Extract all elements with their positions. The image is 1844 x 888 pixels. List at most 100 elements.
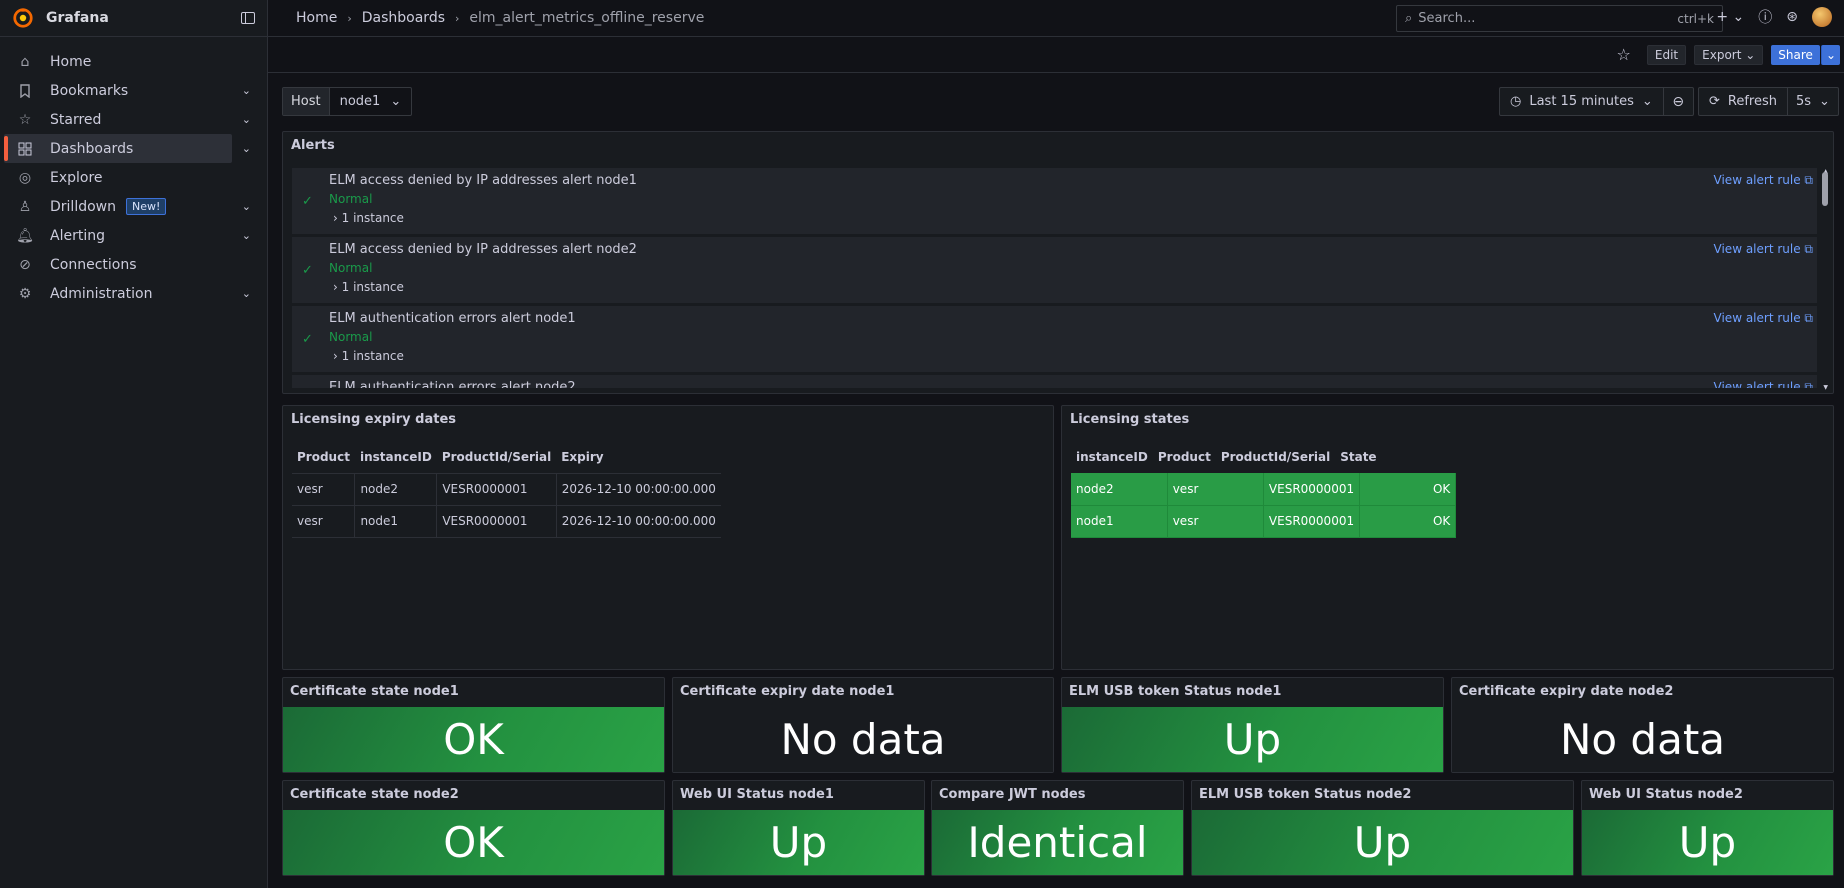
column-header[interactable]: instanceID xyxy=(1071,442,1153,474)
share-button[interactable]: Share xyxy=(1771,44,1820,65)
search-input[interactable]: ⌕ Search... ctrl+k xyxy=(1396,5,1723,32)
link-icon: ⊘ xyxy=(19,256,31,273)
column-header[interactable]: Expiry xyxy=(556,442,721,474)
export-button[interactable]: Export ⌄ xyxy=(1694,44,1764,65)
time-picker: ◷ Last 15 minutes ⌄ ⊖ xyxy=(1499,87,1694,116)
host-variable: Host node1 ⌄ xyxy=(282,87,413,116)
chevron-down-icon[interactable]: ⌄ xyxy=(242,229,251,242)
table-row: node1 vesr VESR0000001 OK xyxy=(1071,505,1457,538)
zoom-out-button[interactable]: ⊖ xyxy=(1664,88,1693,115)
share-dropdown-button[interactable]: ⌄ xyxy=(1820,44,1840,65)
view-alert-rule-link[interactable]: View alert rule ⧉ xyxy=(1714,311,1813,326)
alert-instances-toggle[interactable]: › 1 instance xyxy=(333,280,404,294)
chevron-down-icon: ⌄ xyxy=(1819,94,1830,109)
link-text: View alert rule xyxy=(1713,173,1801,187)
table-cell: vesr xyxy=(292,505,356,538)
chevron-down-icon[interactable]: ⌄ xyxy=(242,287,251,300)
refresh-picker: ⟳ Refresh 5s ⌄ xyxy=(1698,87,1839,116)
nav-item-drilldown[interactable]: ♙ Drilldown New! ⌄ xyxy=(4,192,264,221)
column-header[interactable]: ProductId/Serial xyxy=(436,442,557,474)
alert-state: Normal xyxy=(329,330,373,344)
clock-icon: ◷ xyxy=(1510,94,1522,109)
dock-menu-icon[interactable] xyxy=(241,12,255,24)
host-variable-select[interactable]: node1 ⌄ xyxy=(330,88,412,115)
export-label: Export xyxy=(1702,47,1742,62)
view-alert-rule-link[interactable]: View alert rule ⧉ xyxy=(1714,380,1813,388)
avatar[interactable] xyxy=(1812,7,1832,27)
alert-instances-toggle[interactable]: › 1 instance xyxy=(333,349,404,363)
news-icon[interactable]: ⊛ xyxy=(1786,9,1798,25)
stat-panel: ELM USB token Status node2 Up xyxy=(1191,780,1574,876)
breadcrumb-dashboards[interactable]: Dashboards xyxy=(362,10,445,26)
link-text: View alert rule xyxy=(1713,311,1801,325)
search-placeholder: Search... xyxy=(1418,11,1476,26)
alert-list: ✓ ELM access denied by IP addresses aler… xyxy=(292,168,1817,388)
nav-label: Administration xyxy=(50,285,153,302)
nav-list: ⌂ Home Bookmarks ⌄ ☆ Starred ⌄ Dashboard… xyxy=(0,37,267,308)
link-text: View alert rule xyxy=(1713,242,1801,256)
refresh-label: Refresh xyxy=(1727,94,1777,109)
chevron-down-icon[interactable]: ⌄ xyxy=(242,200,251,213)
table-cell: vesr xyxy=(1167,473,1264,506)
alert-instances-toggle[interactable]: › 1 instance xyxy=(333,211,404,225)
nav-item-starred[interactable]: ☆ Starred ⌄ xyxy=(4,105,264,134)
time-range-button[interactable]: ◷ Last 15 minutes ⌄ xyxy=(1500,88,1664,115)
breadcrumb-home[interactable]: Home xyxy=(296,10,337,26)
refresh-button[interactable]: ⟳ Refresh xyxy=(1699,88,1788,115)
stat-value: No data xyxy=(1452,707,1833,772)
nav-label: Connections xyxy=(50,256,137,273)
nav-item-dashboards[interactable]: Dashboards ⌄ xyxy=(4,134,251,163)
panel-title: Certificate state node2 xyxy=(290,787,459,802)
column-header[interactable]: Product xyxy=(1152,442,1216,474)
link-text: View alert rule xyxy=(1713,380,1801,388)
chevron-down-icon[interactable]: ⌄ xyxy=(242,84,251,97)
refresh-interval-select[interactable]: 5s ⌄ xyxy=(1788,88,1838,115)
alert-instances: 1 instance xyxy=(341,211,404,225)
alert-item: ✓ ELM access denied by IP addresses aler… xyxy=(292,237,1817,303)
zoom-out-icon: ⊖ xyxy=(1672,93,1685,110)
nav-item-connections[interactable]: ⊘ Connections xyxy=(4,250,264,279)
stat-value: OK xyxy=(283,810,664,875)
column-header[interactable]: ProductId/Serial xyxy=(1215,442,1336,474)
table-row: vesr node2 VESR0000001 2026-12-10 00:00:… xyxy=(292,473,721,506)
column-header[interactable]: State xyxy=(1335,442,1382,474)
states-table-body: node2 vesr VESR0000001 OK node1 vesr VES… xyxy=(1071,473,1457,538)
alert-item: ✓ ELM authentication errors alert node1 … xyxy=(292,306,1817,372)
new-badge: New! xyxy=(125,198,167,215)
nav-label: Home xyxy=(50,53,92,70)
grafana-logo-icon[interactable] xyxy=(12,7,34,29)
chevron-down-icon[interactable]: ⌄ xyxy=(242,142,251,155)
nav-item-explore[interactable]: ◎ Explore xyxy=(4,163,264,192)
bell-icon: 🔔︎ xyxy=(16,227,34,244)
scroll-down-icon[interactable]: ▼ xyxy=(1823,384,1828,391)
check-icon: ✓ xyxy=(302,332,313,347)
nav-item-bookmarks[interactable]: Bookmarks ⌄ xyxy=(4,76,264,105)
view-alert-rule-link[interactable]: View alert rule ⧉ xyxy=(1714,173,1813,188)
nav-item-alerting[interactable]: 🔔︎ Alerting ⌄ xyxy=(4,221,264,250)
view-alert-rule-link[interactable]: View alert rule ⧉ xyxy=(1714,242,1813,257)
column-header[interactable]: instanceID xyxy=(354,442,437,474)
panel-title: Web UI Status node2 xyxy=(1589,787,1743,802)
alert-name: ELM access denied by IP addresses alert … xyxy=(329,173,637,188)
panel-title: ELM USB token Status node1 xyxy=(1069,684,1282,699)
alert-name: ELM access denied by IP addresses alert … xyxy=(329,242,637,257)
nav-label: Dashboards xyxy=(50,140,134,157)
table-cell: VESR0000001 xyxy=(436,505,557,538)
chevron-down-icon[interactable]: ⌄ xyxy=(242,113,251,126)
stat-value: Up xyxy=(1582,810,1833,875)
edit-button[interactable]: Edit xyxy=(1646,44,1687,65)
add-menu-icon[interactable]: + ⌄ xyxy=(1716,9,1744,25)
help-icon[interactable]: ⓘ xyxy=(1758,7,1772,27)
nav-item-home[interactable]: ⌂ Home xyxy=(4,47,264,76)
table-row: node2 vesr VESR0000001 OK xyxy=(1071,473,1457,506)
nav-item-administration[interactable]: ⚙ Administration ⌄ xyxy=(4,279,264,308)
drilldown-icon: ♙ xyxy=(18,198,32,215)
bookmark-icon xyxy=(17,83,33,99)
stat-value: Identical xyxy=(932,810,1183,875)
star-icon: ☆ xyxy=(18,111,32,128)
column-header[interactable]: Product xyxy=(292,442,355,474)
star-dashboard-icon[interactable]: ☆ xyxy=(1617,45,1631,64)
scrollbar-thumb[interactable] xyxy=(1822,172,1828,206)
panel-title: ELM USB token Status node2 xyxy=(1199,787,1412,802)
alert-state: Normal xyxy=(329,192,373,206)
